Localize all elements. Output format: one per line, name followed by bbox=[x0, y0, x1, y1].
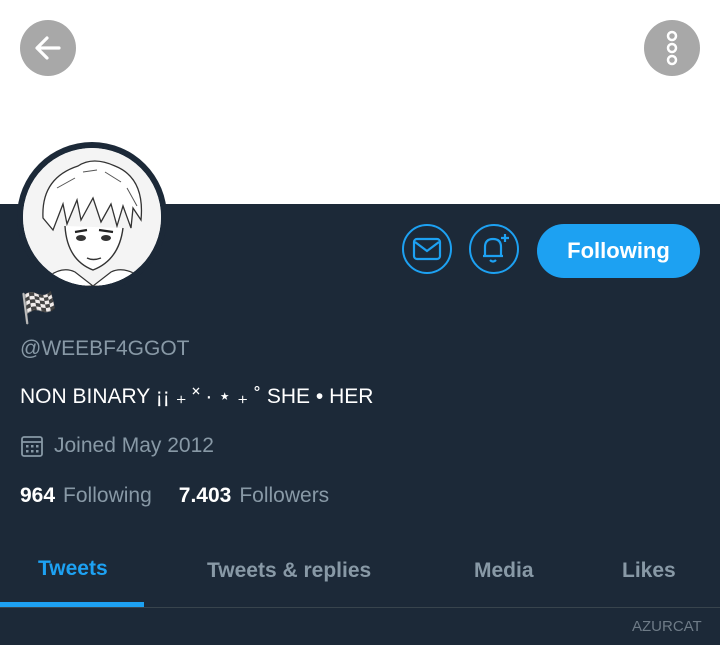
tab-tweets[interactable]: Tweets bbox=[38, 557, 108, 581]
avatar-image bbox=[23, 148, 161, 286]
message-button[interactable] bbox=[402, 224, 452, 274]
profile-tabs: Tweets Tweets & replies Media Likes bbox=[0, 548, 720, 608]
tab-tweets-replies[interactable]: Tweets & replies bbox=[207, 559, 371, 583]
profile-stats: 964 Following 7.403 Followers bbox=[20, 484, 329, 508]
followers-label: Followers bbox=[239, 484, 330, 507]
tab-likes[interactable]: Likes bbox=[622, 559, 676, 583]
following-label: Following bbox=[63, 484, 152, 507]
notifications-button[interactable] bbox=[469, 224, 519, 274]
avatar[interactable] bbox=[17, 142, 167, 292]
mail-icon bbox=[412, 237, 442, 261]
tab-media[interactable]: Media bbox=[474, 559, 534, 583]
back-button[interactable] bbox=[20, 20, 76, 76]
joined-label: Joined May 2012 bbox=[54, 434, 214, 457]
profile-handle: @WEEBF4GGOT bbox=[20, 337, 190, 360]
joined-date: Joined May 2012 bbox=[20, 434, 214, 458]
followers-stat[interactable]: 7.403 Followers bbox=[179, 484, 329, 508]
following-count: 964 bbox=[20, 484, 56, 507]
more-options-button[interactable] bbox=[644, 20, 700, 76]
followers-count: 7.403 bbox=[178, 484, 232, 507]
more-vertical-icon bbox=[666, 30, 678, 66]
profile-bio: NON BINARY ¡¡ ₊ ˟ · ⋆ ₊ ˚ SHE • HER bbox=[20, 385, 374, 408]
watermark: AZURCAT bbox=[632, 618, 702, 635]
calendar-icon bbox=[21, 436, 43, 457]
following-stat[interactable]: 964 Following bbox=[20, 484, 152, 508]
bell-plus-icon bbox=[483, 234, 509, 263]
flag-emoji: 🏁 bbox=[20, 292, 58, 325]
following-button[interactable]: Following bbox=[537, 224, 700, 278]
arrow-left-icon bbox=[35, 36, 61, 60]
active-tab-indicator bbox=[0, 602, 144, 607]
